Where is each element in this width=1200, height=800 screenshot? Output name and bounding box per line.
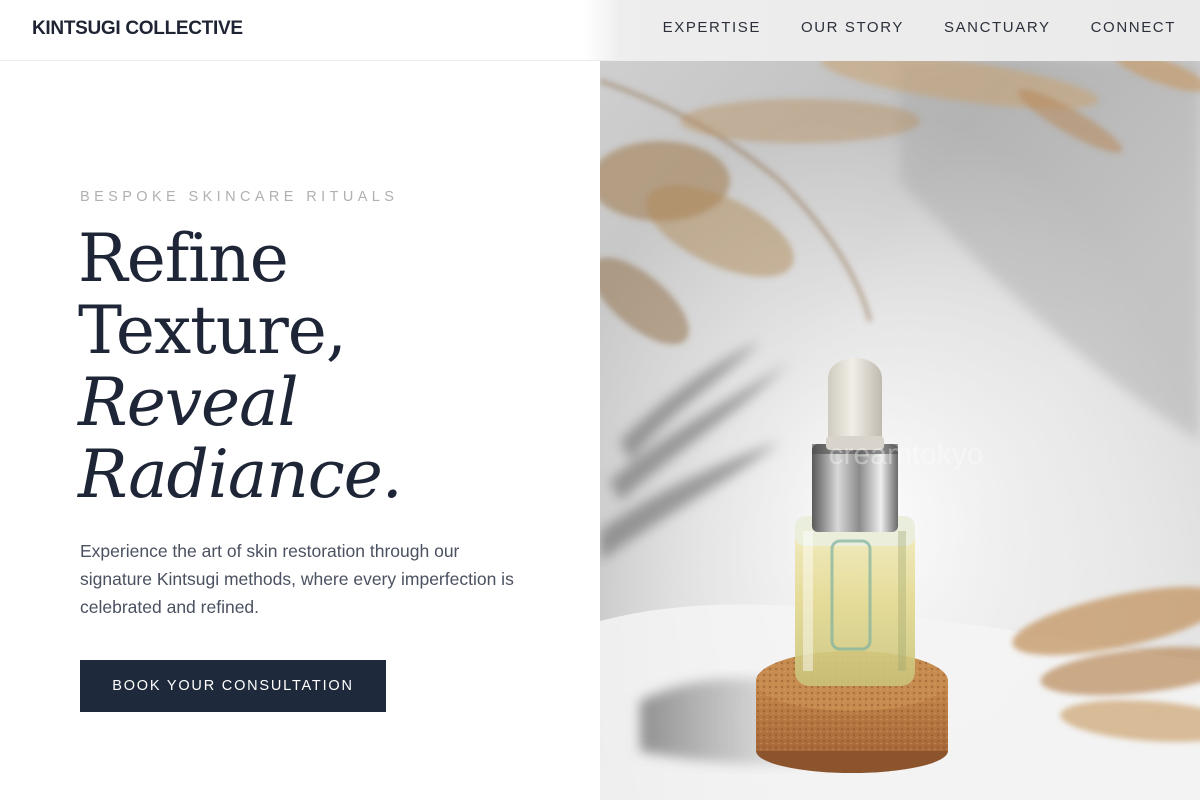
hero-content: BESPOKE SKINCARE RITUALS Refine Texture,… [0, 61, 600, 800]
hero-description: Experience the art of skin restoration t… [80, 541, 514, 617]
product-photo: creamtokyo [600, 61, 1200, 800]
hero-product-image: creamtokyo [600, 61, 1200, 800]
nav-item-expertise[interactable]: EXPERTISE [663, 19, 761, 36]
image-watermark: creamtokyo [828, 438, 983, 471]
hero-headline: Refine Texture, Reveal Radiance. [78, 223, 578, 511]
headline-line-1: Refine [78, 220, 289, 297]
hero-eyebrow: BESPOKE SKINCARE RITUALS [80, 189, 399, 205]
main-nav: EXPERTISE OUR STORY SANCTUARY CONNECT [623, 19, 1176, 36]
brand-logo[interactable]: KINTSUGI COLLECTIVE [32, 18, 243, 40]
nav-item-sanctuary[interactable]: SANCTUARY [944, 19, 1051, 36]
nav-item-connect[interactable]: CONNECT [1091, 19, 1176, 36]
nav-item-our-story[interactable]: OUR STORY [801, 19, 904, 36]
headline-line-4: Radiance. [78, 436, 403, 513]
headline-line-3: Reveal [78, 364, 299, 441]
book-consultation-button[interactable]: BOOK YOUR CONSULTATION [80, 660, 386, 712]
site-header: KINTSUGI COLLECTIVE EXPERTISE OUR STORY … [0, 0, 1200, 61]
headline-line-2: Texture, [78, 292, 347, 369]
